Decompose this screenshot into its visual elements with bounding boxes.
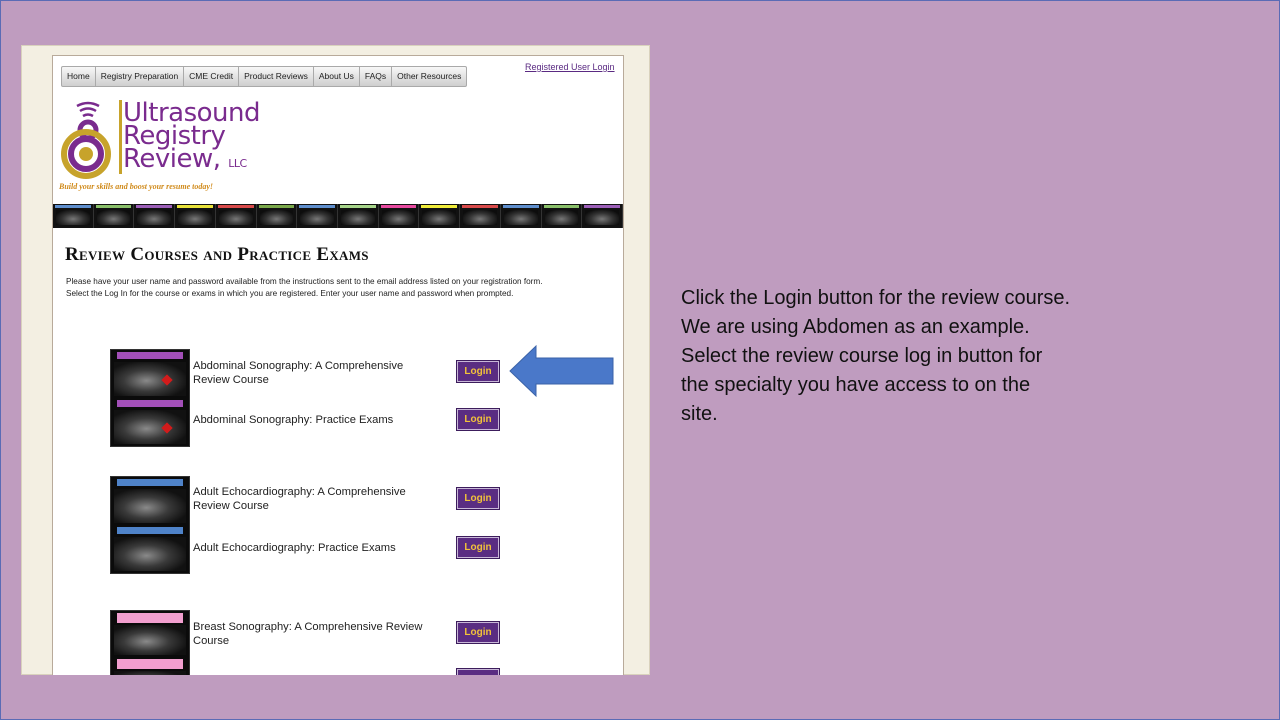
banner-image — [216, 204, 257, 228]
registered-user-login-link[interactable]: Registered User Login — [525, 62, 615, 72]
banner-image — [379, 204, 420, 228]
ultrasound-banner-strip — [53, 204, 624, 228]
nav-product-reviews[interactable]: Product Reviews — [239, 67, 314, 86]
course-title-echo-review: Adult Echocardiography: A Comprehensive … — [193, 486, 406, 512]
login-button-abdominal-review[interactable]: Login — [456, 360, 500, 383]
intro-text: Please have your user name and password … — [66, 276, 606, 300]
banner-image — [419, 204, 461, 228]
course-title-abdominal-exams: Abdominal Sonography: Practice Exams — [193, 414, 394, 426]
login-button-breast-exams[interactable] — [456, 668, 500, 675]
login-button-echo-exams[interactable]: Login — [456, 536, 500, 559]
banner-image — [338, 204, 379, 228]
abdominal-course-thumbnail — [110, 349, 190, 447]
login-button-breast-review[interactable]: Login — [456, 621, 500, 644]
banner-image — [460, 204, 501, 228]
nav-cme-credit[interactable]: CME Credit — [184, 67, 240, 86]
banner-image — [297, 204, 339, 228]
nav-about-us[interactable]: About Us — [314, 67, 360, 86]
nav-registry-preparation[interactable]: Registry Preparation — [96, 67, 185, 86]
echo-course-thumbnail — [110, 476, 190, 574]
banner-image — [257, 204, 298, 228]
page-title: Review Courses and Practice Exams — [65, 244, 369, 265]
tagline: Build your skills and boost your resume … — [59, 182, 214, 191]
banner-image — [53, 204, 94, 228]
banner-image — [134, 204, 176, 228]
nav-faqs[interactable]: FAQs — [360, 67, 393, 86]
banner-image — [582, 204, 624, 228]
banner-image — [175, 204, 216, 228]
logo-icon — [61, 101, 111, 179]
course-title-abdominal-review: Abdominal Sonography: A Comprehensive Re… — [193, 360, 404, 386]
login-button-abdominal-exams[interactable]: Login — [456, 408, 500, 431]
course-title-breast-review: Breast Sonography: A Comprehensive Revie… — [193, 621, 423, 647]
logo-divider — [119, 100, 122, 174]
login-button-echo-review[interactable]: Login — [456, 487, 500, 510]
pointer-arrow-icon — [509, 344, 614, 398]
logo-wordmark: Ultrasound Registry Review, LLC — [123, 100, 260, 175]
nav-home[interactable]: Home — [62, 67, 96, 86]
intro-line-1: Please have your user name and password … — [66, 277, 543, 286]
logo-line-3-text: Review, — [123, 144, 221, 174]
logo-llc: LLC — [228, 157, 247, 170]
nav-other-resources[interactable]: Other Resources — [392, 67, 466, 86]
course-title-echo-exams: Adult Echocardiography: Practice Exams — [193, 542, 396, 554]
instruction-text: Click the Login button for the review co… — [681, 287, 1071, 425]
banner-image — [94, 204, 135, 228]
banner-image — [542, 204, 583, 228]
intro-line-2: Select the Log In for the course or exam… — [66, 289, 514, 298]
top-nav: Home Registry Preparation CME Credit Pro… — [61, 66, 468, 87]
logo-line-3: Review, LLC — [123, 146, 260, 175]
banner-image — [501, 204, 542, 228]
breast-course-thumbnail — [110, 610, 190, 675]
